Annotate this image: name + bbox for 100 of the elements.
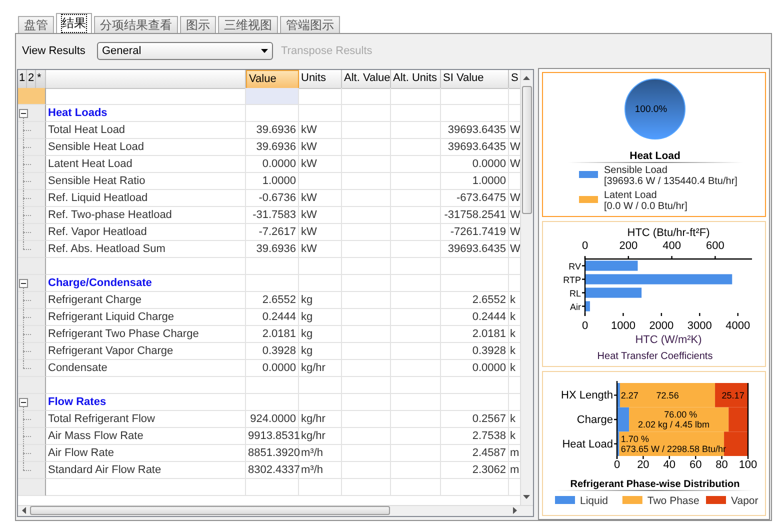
collapse-icon[interactable]	[19, 109, 28, 118]
section-title[interactable]: Charge/Condensate	[46, 275, 246, 292]
column-header[interactable]: S	[509, 70, 520, 89]
section-title[interactable]: Heat Loads	[46, 105, 246, 122]
scrollbar-thumb[interactable]	[522, 86, 532, 214]
column-header[interactable]: Alt. Value	[342, 70, 391, 89]
table-cell: kg/hr	[299, 360, 342, 377]
table-cell	[391, 275, 441, 292]
level-button[interactable]: *	[36, 70, 46, 89]
table-cell	[391, 173, 441, 190]
data-label: 72.56	[656, 390, 679, 400]
tick-label: 100	[738, 458, 758, 471]
tab[interactable]: 图示	[180, 16, 216, 33]
section-title[interactable]: Flow Rates	[46, 394, 246, 411]
table-cell	[391, 479, 441, 496]
tick-label: 3000	[687, 320, 712, 332]
arrow-down-icon[interactable]	[523, 495, 530, 499]
column-header[interactable]: SI Value	[441, 70, 509, 89]
tick-label: 40	[663, 458, 676, 471]
row-label: Ref. Two-phase Heatload	[46, 207, 246, 224]
arrow-up-icon[interactable]	[523, 76, 530, 80]
row-label: Standard Air Flow Rate	[46, 462, 246, 479]
category-label: RL	[569, 288, 581, 299]
table-cell	[246, 377, 299, 394]
arrow-left-icon[interactable]	[22, 507, 26, 514]
table-cell	[342, 377, 391, 394]
table-cell: kW	[299, 190, 342, 207]
caret-icon	[261, 49, 268, 53]
table-cell	[342, 122, 391, 139]
table-cell: -7.2617	[246, 224, 299, 241]
tick-label: 4000	[726, 320, 750, 332]
row-header[interactable]	[18, 173, 46, 190]
tab[interactable]: 盘管	[18, 16, 54, 33]
category-label: Air	[570, 302, 581, 312]
row-header[interactable]	[18, 207, 46, 224]
row-header[interactable]	[18, 190, 46, 207]
row-header[interactable]	[18, 309, 46, 326]
table-cell: 0.0000	[246, 360, 299, 377]
column-header[interactable]: Alt. Units	[391, 70, 441, 89]
bar	[585, 288, 642, 298]
tab[interactable]: 结果	[56, 13, 92, 33]
chart-title: Refrigerant Phase-wise Distribution	[570, 478, 740, 490]
table-cell: -7261.7419	[441, 224, 509, 241]
row-header[interactable]	[18, 343, 46, 360]
table-cell	[246, 479, 299, 496]
table-cell	[342, 292, 391, 309]
table-cell	[391, 360, 441, 377]
chart-panel[interactable]: RV RTP RL Air 0 1000 2000 3000 4000 HTC (Btu/hr-ft²F) 0 200 400 600 HTC (W/m²K) Heat Transfer Coefficients	[542, 221, 766, 367]
table-cell	[299, 394, 342, 411]
table-cell: 2.3062	[441, 462, 509, 479]
table-cell	[299, 88, 342, 105]
table-cell: kW	[299, 122, 342, 139]
table-cell: 2.4587	[441, 445, 509, 462]
view-dropdown[interactable]: General	[97, 42, 273, 60]
table-cell: 8302.4337	[246, 462, 299, 479]
table-cell: 9913.8531	[246, 428, 299, 445]
tab[interactable]: 分项结果查看	[94, 16, 178, 33]
scrollbar-thumb[interactable]	[30, 506, 390, 515]
row-label: Ref. Vapor Heatload	[46, 224, 246, 241]
row-label: Ref. Abs. Heatload Sum	[46, 241, 246, 258]
tab[interactable]: 三维视图	[218, 16, 278, 33]
table-cell	[342, 190, 391, 207]
axis-title: HTC (W/m²K)	[635, 334, 702, 346]
table-cell	[391, 445, 441, 462]
table-cell: m³/h	[299, 462, 342, 479]
row-header[interactable]	[18, 360, 46, 377]
column-header[interactable]: Value	[246, 70, 299, 89]
row-header[interactable]	[18, 428, 46, 445]
level-button[interactable]: 2	[27, 70, 36, 89]
row-header[interactable]	[18, 139, 46, 156]
collapse-icon[interactable]	[19, 279, 28, 288]
collapse-icon[interactable]	[19, 398, 28, 407]
table-cell	[391, 207, 441, 224]
row-header[interactable]	[18, 156, 46, 173]
table-cell: 2.6552	[441, 292, 509, 309]
chart-title: Heat Load	[630, 150, 680, 162]
row-header[interactable]	[18, 445, 46, 462]
row-header[interactable]	[18, 241, 46, 258]
arrow-right-icon[interactable]	[513, 507, 517, 514]
level-button[interactable]: 1	[18, 70, 27, 89]
column-header[interactable]: Units	[299, 70, 342, 89]
row-header[interactable]	[18, 326, 46, 343]
column-header[interactable]	[46, 70, 246, 89]
table-cell	[246, 88, 299, 105]
tick-label: 1000	[610, 320, 636, 332]
table-cell	[391, 309, 441, 326]
chart-panel[interactable]: HX Length Charge Heat Load 0 20 40 60 80 100 2.27 72.56 25.17 76.00 % 2.02 kg / 4.45 lbm 1.70 % 673.65 W / 2298.58 Btu/hr Refrigerant Phase-wise Distribution Liquid Two Phase Vapor	[542, 370, 766, 516]
table-cell: 0.2444	[246, 309, 299, 326]
table-cell	[391, 190, 441, 207]
tick-label: 600	[706, 240, 724, 252]
row-header[interactable]	[18, 224, 46, 241]
tab[interactable]: 管端图示	[280, 16, 340, 33]
table-cell	[299, 479, 342, 496]
table-cell	[246, 394, 299, 411]
row-header[interactable]	[18, 462, 46, 479]
tick-label: 20	[637, 458, 650, 471]
row-header[interactable]	[18, 479, 46, 496]
table-cell: 0.2567	[441, 411, 509, 428]
category-label: Heat Load	[562, 438, 613, 450]
chart-panel[interactable]: 100.0% Heat Load Sensible Load [39693.6 W / 135440.4 Btu/hr] Latent Load [0.0 W / 0.0 Btu/hr]	[542, 72, 766, 218]
